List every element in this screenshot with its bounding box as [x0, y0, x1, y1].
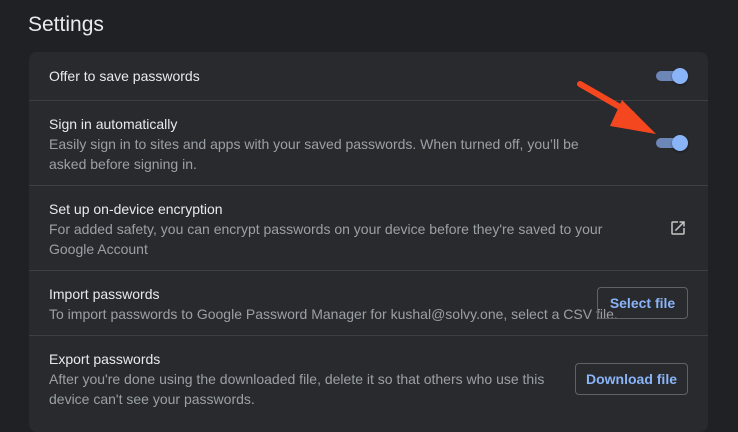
red-arrow-icon	[577, 81, 656, 134]
on-device-encryption-description: For added safety, you can encrypt passwo…	[49, 221, 603, 257]
page-title: Settings	[28, 13, 104, 36]
toggle-knob	[672, 68, 688, 84]
select-file-button[interactable]: Select file	[597, 287, 688, 319]
import-passwords-title: Import passwords	[49, 286, 160, 302]
on-device-encryption-title: Set up on-device encryption	[49, 201, 223, 217]
export-passwords-description: After you're done using the downloaded f…	[49, 371, 545, 407]
import-passwords-description: To import passwords to Google Password M…	[49, 306, 618, 322]
toggle-knob	[672, 135, 688, 151]
sign-in-automatically-title: Sign in automatically	[49, 116, 178, 132]
on-device-encryption-row[interactable]: Set up on-device encryption For added sa…	[29, 185, 708, 270]
export-passwords-title: Export passwords	[49, 351, 161, 367]
sign-in-automatically-description: Easily sign in to sites and apps with yo…	[49, 136, 579, 172]
offer-to-save-title: Offer to save passwords	[49, 68, 200, 84]
export-passwords-row: Export passwords After you're done using…	[29, 335, 708, 432]
open-in-new-icon[interactable]	[669, 219, 687, 237]
download-file-button[interactable]: Download file	[575, 363, 688, 395]
import-passwords-row: Import passwords To import passwords to …	[29, 270, 708, 335]
